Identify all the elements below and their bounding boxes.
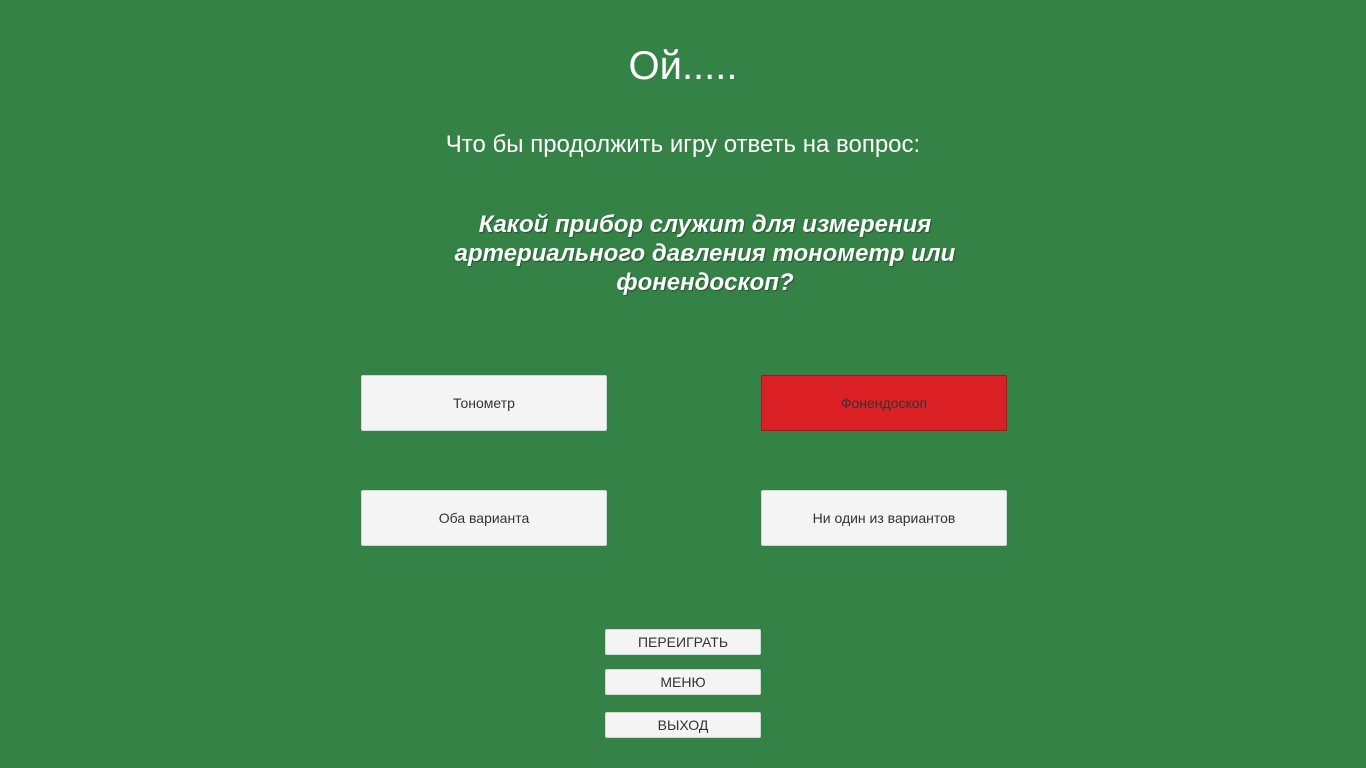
continue-prompt: Что бы продолжить игру ответь на вопрос: (445, 131, 921, 158)
answer-label: Тонометр (453, 395, 515, 411)
quiz-question: Какой прибор служит для измерения артери… (454, 211, 956, 296)
answer-label: Оба варианта (438, 510, 530, 526)
exit-button[interactable]: ВЫХОД (605, 712, 761, 738)
menu-button[interactable]: МЕНЮ (605, 669, 761, 695)
replay-button[interactable]: ПЕРЕИГРАТЬ (605, 629, 761, 655)
answer-button-tonometer[interactable]: Тонометр (361, 375, 607, 431)
answer-button-none[interactable]: Ни один из вариантов (761, 490, 1007, 546)
answer-button-phonendoscope[interactable]: Фонендоскоп (761, 375, 1007, 431)
answer-label: Ни один из вариантов (812, 510, 956, 526)
menu-button-label: МЕНЮ (660, 674, 706, 690)
replay-button-label: ПЕРЕИГРАТЬ (637, 634, 729, 650)
page-title: Ой..... (628, 44, 738, 88)
answer-button-both[interactable]: Оба варианта (361, 490, 607, 546)
exit-button-label: ВЫХОД (657, 717, 709, 733)
game-over-screen: Ой..... Что бы продолжить игру ответь на… (0, 0, 1366, 768)
answer-label: Фонендоскоп (840, 395, 928, 411)
